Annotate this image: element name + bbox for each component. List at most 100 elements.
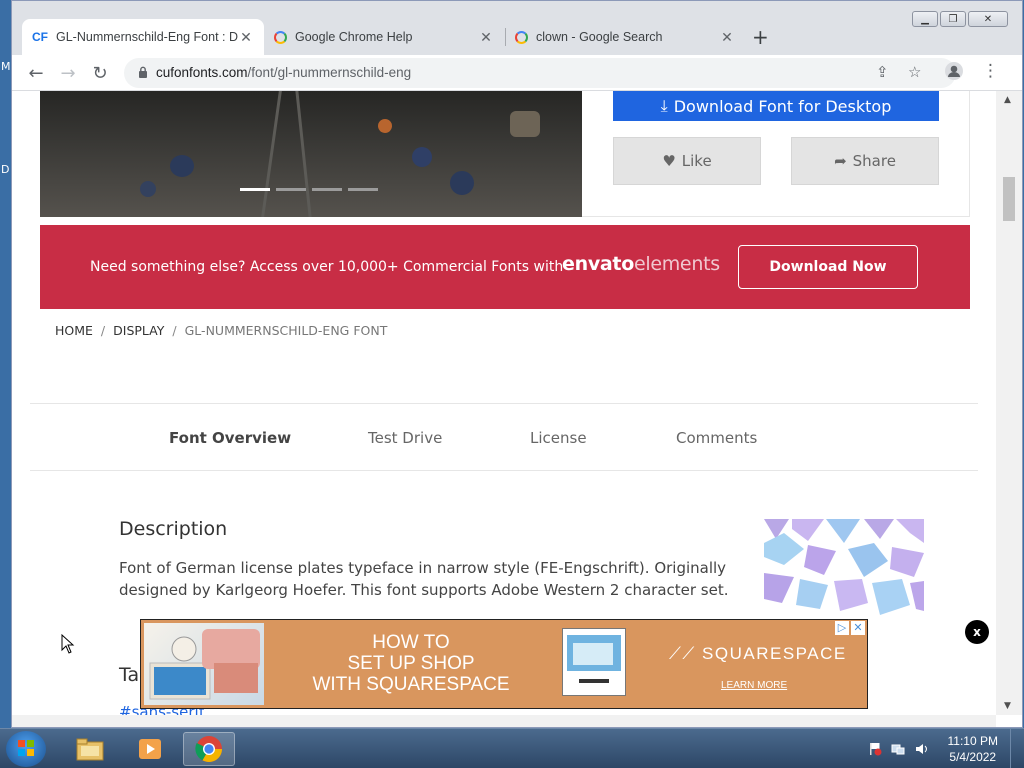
tab-close-icon[interactable]: ✕ — [719, 29, 735, 46]
url-host: cufonfonts.com — [156, 65, 248, 80]
envato-logo-bold: envato — [562, 253, 634, 275]
network-icon[interactable] — [891, 742, 905, 756]
mouse-cursor-icon — [61, 634, 75, 654]
tags-heading: Ta — [119, 664, 140, 686]
tab-close-icon[interactable]: ✕ — [478, 29, 494, 46]
breadcrumb: HOME / DISPLAY / GL-NUMMERNSCHILD-ENG FONT — [55, 323, 388, 338]
desktop-icon-label: M — [1, 60, 11, 73]
share-button[interactable]: ➦ Share — [791, 137, 939, 185]
close-window-button[interactable]: ✕ — [968, 11, 1008, 27]
ad-headline-line: HOW TO — [372, 632, 450, 653]
share-page-icon[interactable]: ⇪ — [876, 63, 889, 81]
reload-icon[interactable]: ↻ — [88, 61, 112, 85]
ad-headline-line: SET UP SHOP — [347, 653, 475, 674]
envato-logo: envatoelements — [562, 253, 720, 275]
ad-close-button[interactable]: x — [965, 620, 989, 644]
tab-title: GL-Nummernschild-Eng Font : D — [56, 30, 238, 44]
tab-cufonfonts[interactable]: CF GL-Nummernschild-Eng Font : D ✕ — [22, 19, 264, 55]
breadcrumb-current: GL-NUMMERNSCHILD-ENG FONT — [184, 323, 388, 338]
cf-favicon-icon: CF — [32, 30, 48, 44]
like-label: Like — [681, 152, 712, 170]
chrome-taskbar-icon[interactable] — [183, 732, 235, 766]
download-icon: ⤓ — [660, 96, 668, 115]
tab-license[interactable]: License — [530, 429, 587, 447]
url-text: cufonfonts.com/font/gl-nummernschild-eng — [156, 65, 411, 80]
system-clock[interactable]: 11:10 PM 5/4/2022 — [948, 733, 998, 765]
bookmark-star-icon[interactable]: ☆ — [908, 63, 921, 81]
tab-title: clown - Google Search — [536, 30, 663, 44]
hero-decoration — [450, 171, 474, 195]
tab-close-icon[interactable]: ✕ — [238, 29, 254, 46]
tab-strip: CF GL-Nummernschild-Eng Font : D ✕ Googl… — [12, 1, 1022, 55]
hero-decoration — [412, 147, 432, 167]
slider-dot[interactable] — [276, 188, 306, 191]
profile-icon[interactable] — [944, 61, 964, 86]
volume-icon[interactable] — [915, 742, 929, 756]
download-now-button[interactable]: Download Now — [738, 245, 918, 289]
hero-decoration — [170, 155, 194, 177]
file-explorer-icon[interactable] — [64, 732, 116, 766]
clock-time: 11:10 PM — [947, 734, 998, 748]
ad-headline: HOW TO SET UP SHOP WITH SQUARESPACE — [291, 632, 531, 695]
hero-decoration — [378, 119, 392, 133]
description-heading: Description — [119, 518, 228, 540]
new-tab-icon[interactable]: + — [752, 25, 769, 49]
google-favicon-icon — [274, 30, 287, 44]
tab-test-drive[interactable]: Test Drive — [368, 429, 442, 447]
browser-toolbar: ← → ↻ cufonfonts.com/font/gl-nummernschi… — [12, 55, 1022, 91]
google-favicon-icon — [515, 30, 528, 44]
squarespace-mark-icon: ⟋⟋ — [669, 644, 696, 663]
forward-icon[interactable]: → — [56, 61, 80, 85]
url-path: /font/gl-nummernschild-eng — [247, 65, 412, 80]
desktop: { "browser": { "tabs": [ {"title": "GL-N… — [0, 0, 1024, 768]
adchoices-icon[interactable]: ▷ — [835, 621, 849, 635]
horizontal-scrollbar[interactable] — [12, 715, 996, 727]
share-arrow-icon: ➦ — [834, 152, 847, 170]
breadcrumb-display[interactable]: DISPLAY — [113, 323, 164, 338]
hero-decoration — [140, 181, 156, 197]
scroll-up-icon[interactable]: ▲ — [1004, 95, 1011, 105]
tab-google-search[interactable]: clown - Google Search ✕ — [505, 19, 745, 55]
scrollbar-thumb[interactable] — [1003, 177, 1015, 221]
minimize-button[interactable]: ▁ — [912, 11, 938, 27]
squarespace-logo: ⟋⟋ SQUARESPACE — [669, 644, 847, 664]
show-desktop-button[interactable] — [1010, 729, 1024, 768]
slider-dot[interactable] — [348, 188, 378, 191]
decorative-cube-pattern — [764, 519, 924, 615]
hero-decoration — [261, 91, 282, 217]
scroll-down-icon[interactable]: ▼ — [1004, 701, 1011, 711]
start-button[interactable] — [6, 731, 46, 767]
ad-dismiss-icon[interactable]: ✕ — [851, 621, 865, 635]
like-button[interactable]: ♥ Like — [613, 137, 761, 185]
address-bar[interactable]: cufonfonts.com/font/gl-nummernschild-eng… — [124, 58, 956, 88]
back-icon[interactable]: ← — [24, 61, 48, 85]
ad-photo — [144, 623, 264, 705]
restore-button[interactable]: ❐ — [940, 11, 966, 27]
learn-more-link[interactable]: LEARN MORE — [721, 680, 787, 691]
action-center-flag-icon[interactable] — [868, 742, 882, 756]
tab-font-overview[interactable]: Font Overview — [169, 429, 291, 447]
font-tabs: Font Overview Test Drive License Comment… — [30, 403, 978, 471]
clock-date: 5/4/2022 — [949, 750, 997, 764]
window-controls: ▁ ❐ ✕ — [912, 11, 1008, 27]
tab-chrome-help[interactable]: Google Chrome Help ✕ — [264, 19, 504, 55]
breadcrumb-home[interactable]: HOME — [55, 323, 93, 338]
description-text: Font of German license plates typeface i… — [119, 559, 729, 599]
share-label: Share — [852, 152, 896, 170]
ad-brand-text: SQUARESPACE — [702, 644, 847, 663]
vertical-scrollbar[interactable]: ▲ ▼ — [996, 91, 1022, 715]
tab-comments[interactable]: Comments — [676, 429, 757, 447]
tab-title: Google Chrome Help — [295, 30, 413, 44]
font-preview-slider[interactable] — [40, 91, 582, 217]
media-player-icon[interactable] — [124, 732, 176, 766]
envato-banner: Need something else? Access over 10,000+… — [40, 225, 970, 309]
hero-decoration — [295, 91, 312, 217]
squarespace-ad[interactable]: HOW TO SET UP SHOP WITH SQUARESPACE ⟋⟋ S… — [140, 619, 868, 709]
menu-kebab-icon[interactable]: ⋮ — [982, 61, 999, 81]
slider-dot[interactable] — [240, 188, 270, 191]
desktop-icon-label: D — [1, 163, 10, 176]
download-font-button[interactable]: ⤓ Download Font for Desktop — [613, 91, 939, 121]
slider-dots — [240, 188, 378, 191]
slider-dot[interactable] — [312, 188, 342, 191]
windows-logo-icon — [18, 740, 34, 756]
